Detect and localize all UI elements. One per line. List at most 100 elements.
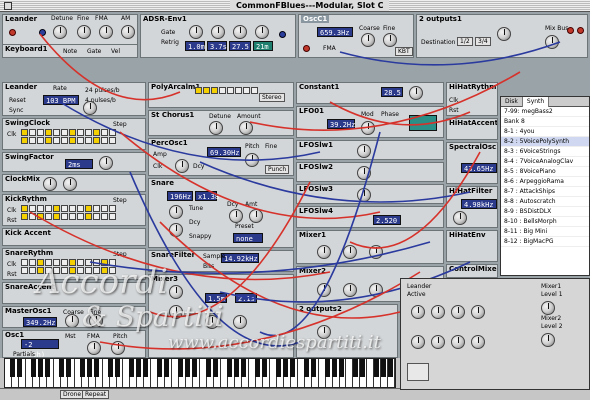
step-cell[interactable] — [29, 267, 36, 274]
module-leander-clock[interactable]: Leander 103 BPM Rate Reset 24 pulses/b 4… — [2, 82, 146, 116]
step-cell[interactable] — [251, 87, 258, 94]
black-key[interactable] — [205, 359, 211, 377]
mixer-window[interactable]: Leander Active Mixer1 Level 1 Mixer2 Lev… — [400, 278, 590, 390]
step-cell[interactable] — [61, 137, 68, 144]
fine-knob[interactable] — [383, 33, 397, 47]
black-key[interactable] — [93, 359, 99, 377]
tab-synth[interactable]: Synth — [522, 97, 550, 107]
module-osc1[interactable]: Osc1 -2 (7th) Partials Mst FMA Pitch — [2, 330, 146, 358]
step-cell[interactable] — [77, 137, 84, 144]
tab-disk[interactable]: Disk — [501, 97, 523, 107]
black-key[interactable] — [184, 359, 190, 377]
level2-knob[interactable] — [541, 333, 555, 347]
d-knob[interactable] — [211, 25, 225, 39]
detune-knob[interactable] — [209, 121, 223, 135]
step-cell[interactable] — [101, 137, 108, 144]
patch-list-item[interactable]: 8-10 : BellsMorph — [501, 217, 589, 227]
black-key[interactable] — [380, 359, 386, 377]
module-lfoslw1[interactable]: LFOSlw1 — [296, 140, 444, 160]
step-cell[interactable] — [69, 205, 76, 212]
step-cell[interactable] — [37, 137, 44, 144]
mixer2-knob-3[interactable] — [369, 283, 383, 297]
level1-knob[interactable] — [541, 301, 555, 315]
fm-jack[interactable] — [303, 45, 310, 52]
level-knob[interactable] — [497, 27, 511, 41]
step-cell[interactable] — [85, 129, 92, 136]
step-cell[interactable] — [211, 87, 218, 94]
coarse-knob[interactable] — [361, 33, 375, 47]
amt-knob[interactable] — [249, 209, 263, 223]
module-poly-arcalm[interactable]: PolyArcalm1 Stereo — [148, 82, 294, 108]
black-key[interactable] — [65, 359, 71, 377]
fma-knob[interactable] — [87, 341, 101, 355]
clockmix-knob-1[interactable] — [43, 177, 57, 191]
module-lfoslw2[interactable]: LFOSlw2 — [296, 162, 444, 182]
snappy-knob[interactable] — [169, 223, 183, 237]
punch-button[interactable]: Punch — [265, 165, 290, 174]
step-cell[interactable] — [93, 129, 100, 136]
mix-knob-1[interactable] — [411, 305, 425, 319]
step-cell[interactable] — [243, 87, 250, 94]
step-cell[interactable] — [29, 213, 36, 220]
black-key[interactable] — [212, 359, 218, 377]
black-key[interactable] — [156, 359, 162, 377]
step-cell[interactable] — [109, 213, 116, 220]
black-key[interactable] — [16, 359, 22, 377]
r-knob[interactable] — [255, 25, 269, 39]
black-key[interactable] — [331, 359, 337, 377]
black-key[interactable] — [37, 359, 43, 377]
step-cell[interactable] — [21, 137, 28, 144]
module-snare[interactable]: Snare 196Hz x1.38 Tune Dcy Snappy Dcy Am… — [148, 178, 294, 248]
module-keyboard1[interactable]: Keyboard1 Note Gate Vel — [2, 44, 138, 58]
mixer2-knob-2[interactable] — [343, 283, 357, 297]
step-cell[interactable] — [101, 129, 108, 136]
mix-knob-8[interactable] — [471, 335, 485, 349]
rate-knob[interactable] — [83, 101, 97, 115]
step-cell[interactable] — [37, 213, 44, 220]
step-cell[interactable] — [53, 213, 60, 220]
close-box-icon[interactable] — [4, 2, 12, 10]
step-cell[interactable] — [85, 205, 92, 212]
module-constant[interactable]: Constant1 28.5 — [296, 82, 444, 104]
step-cell[interactable] — [85, 137, 92, 144]
mix-knob-4[interactable] — [471, 305, 485, 319]
dest-3-4-button[interactable]: 3/4 — [475, 37, 491, 46]
patch-list-item[interactable]: 8-11 : Big Mini — [501, 227, 589, 237]
black-key[interactable] — [387, 359, 393, 377]
piano-keyboard[interactable] — [4, 358, 396, 388]
repeat-button[interactable]: Repeat — [82, 390, 110, 399]
step-cell[interactable] — [29, 259, 36, 266]
black-key[interactable] — [86, 359, 92, 377]
step-cell[interactable] — [195, 87, 202, 94]
module-swing-clock[interactable]: SwingClock Clk Step — [2, 118, 146, 150]
tune-knob[interactable] — [169, 205, 183, 219]
patch-list-item[interactable]: 7-99: megBass2 — [501, 107, 589, 117]
dcy-knob[interactable] — [175, 159, 189, 173]
patch-list-item[interactable]: 8-12 : BigMacPG — [501, 237, 589, 247]
swing-knob[interactable] — [99, 156, 113, 170]
patch-list-item[interactable]: 8-2 : 5VoicePolySynth — [501, 137, 589, 147]
step-cell[interactable] — [109, 129, 116, 136]
dest-1-2-button[interactable]: 1/2 — [457, 37, 473, 46]
patch-browser-window[interactable]: Disk Synth 7-99: megBass2 Bank 8 8-1 : 4you… — [500, 96, 590, 276]
out-jack-l[interactable] — [567, 27, 574, 34]
lfo-rate-knob[interactable] — [357, 188, 371, 202]
step-cell[interactable] — [61, 205, 68, 212]
pitch-knob[interactable] — [111, 341, 125, 355]
mod-knob[interactable] — [361, 121, 375, 135]
black-key[interactable] — [142, 359, 148, 377]
black-key[interactable] — [254, 359, 260, 377]
out-jack-r[interactable] — [577, 27, 584, 34]
black-key[interactable] — [275, 359, 281, 377]
mix-knob-6[interactable] — [431, 335, 445, 349]
black-key[interactable] — [240, 359, 246, 377]
black-key[interactable] — [107, 359, 113, 377]
step-cell[interactable] — [37, 205, 44, 212]
pitch-knob[interactable] — [245, 153, 259, 167]
black-key[interactable] — [128, 359, 134, 377]
step-cell[interactable] — [29, 205, 36, 212]
step-cell[interactable] — [21, 267, 28, 274]
patch-list-item[interactable]: 8-9 : BSDistDLX — [501, 207, 589, 217]
black-key[interactable] — [324, 359, 330, 377]
module-hihat-accent[interactable]: HiHatAccent — [446, 118, 498, 140]
